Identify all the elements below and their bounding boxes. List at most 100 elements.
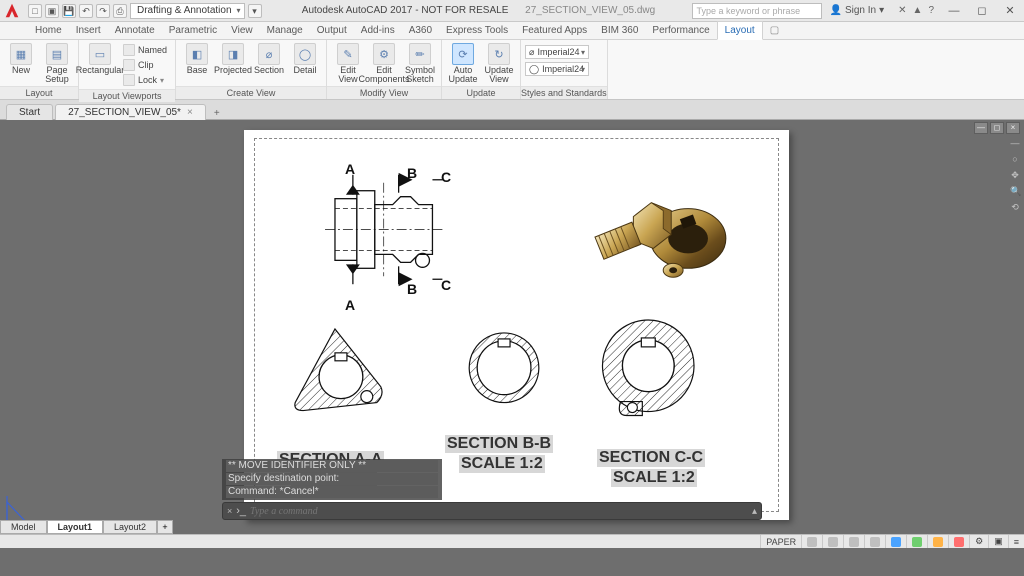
nav-zoom-icon[interactable]: 🔍	[1010, 186, 1020, 196]
section-aa-view	[295, 329, 382, 411]
nav-orbit-icon[interactable]: ⟲	[1010, 202, 1020, 212]
update-view-button[interactable]: ↻Update View	[482, 42, 516, 84]
tab-express[interactable]: Express Tools	[439, 22, 515, 39]
viewport-minimize-icon[interactable]: —	[974, 122, 988, 134]
panel-viewports: ▭Rectangular Named Clip Lock▾ Layout Vie…	[79, 40, 176, 99]
cmd-hist-2: Specify destination point:	[226, 473, 438, 485]
tab-featured[interactable]: Featured Apps	[515, 22, 594, 39]
command-history: ** MOVE IDENTIFIER ONLY ** Specify desti…	[222, 459, 442, 500]
command-input[interactable]	[250, 506, 752, 517]
page-setup-button[interactable]: ▤Page Setup	[40, 42, 74, 84]
window-title: Autodesk AutoCAD 2017 - NOT FOR RESALE 2…	[266, 5, 692, 16]
app-title-text: Autodesk AutoCAD 2017 - NOT FOR RESALE	[302, 5, 509, 16]
tab-view[interactable]: View	[224, 22, 260, 39]
command-line[interactable]: × ›_ ▴	[222, 502, 762, 520]
new-layout-button[interactable]: ▦New	[4, 42, 38, 75]
help-search-input[interactable]: Type a keyword or phrase	[692, 3, 822, 19]
qat-redo-icon[interactable]: ↷	[96, 4, 110, 18]
command-menu-icon[interactable]: ▴	[752, 506, 757, 517]
tab-addins[interactable]: Add-ins	[354, 22, 402, 39]
close-button[interactable]: ✕	[996, 0, 1024, 22]
file-tab-close-icon[interactable]: ×	[187, 107, 193, 118]
command-close-icon[interactable]: ×	[227, 506, 232, 516]
status-anno-icon[interactable]	[927, 535, 948, 548]
tab-focus-icon[interactable]: ▢	[763, 22, 777, 39]
projected-button[interactable]: ◨Projected	[216, 42, 250, 75]
nav-pan-icon[interactable]: ✥	[1010, 170, 1020, 180]
app-logo[interactable]	[0, 0, 24, 22]
qat-open-icon[interactable]: ▣	[45, 4, 59, 18]
viewport-close-icon[interactable]: ×	[1006, 122, 1020, 134]
tab-manage[interactable]: Manage	[260, 22, 310, 39]
symbol-sketch-button[interactable]: ✏Symbol Sketch	[403, 42, 437, 84]
status-space[interactable]: PAPER	[760, 535, 801, 548]
status-workspace-icon[interactable]: ⚙	[969, 535, 988, 548]
minimize-button[interactable]: —	[940, 0, 968, 22]
tab-insert[interactable]: Insert	[69, 22, 108, 39]
section-style-dropdown[interactable]: ⌀Imperial24	[525, 45, 589, 59]
file-tab-start[interactable]: Start	[6, 104, 53, 120]
auto-update-button[interactable]: ⟳Auto Update	[446, 42, 480, 84]
detail-button[interactable]: ◯Detail	[288, 42, 322, 75]
tab-performance[interactable]: Performance	[645, 22, 716, 39]
label-a-bot: A	[345, 297, 355, 313]
status-scale-icon[interactable]	[948, 535, 969, 548]
document-name: 27_SECTION_VIEW_05.dwg	[525, 5, 655, 16]
qat-new-icon[interactable]: □	[28, 4, 42, 18]
tab-add-layout[interactable]: +	[157, 520, 173, 534]
clip-icon	[123, 59, 135, 71]
page-setup-icon: ▤	[46, 43, 68, 65]
a360-icon[interactable]: ▲	[913, 5, 923, 16]
detail-style-dropdown[interactable]: ◯Imperial24	[525, 62, 589, 76]
status-osnap-icon[interactable]	[885, 535, 906, 548]
nav-home-icon[interactable]: —	[1010, 138, 1020, 148]
tab-parametric[interactable]: Parametric	[162, 22, 224, 39]
tab-annotate[interactable]: Annotate	[108, 22, 162, 39]
file-tab-add-button[interactable]: +	[208, 108, 226, 119]
title-bar: □ ▣ 💾 ↶ ↷ ⎙ Drafting & Annotation ▾ Auto…	[0, 0, 1024, 22]
tab-model[interactable]: Model	[0, 520, 47, 534]
tab-layout[interactable]: Layout	[717, 21, 763, 40]
exchange-icon[interactable]: ✕	[898, 5, 906, 16]
edit-components-button[interactable]: ⚙Edit Components	[367, 42, 401, 84]
qat-more-icon[interactable]: ▾	[248, 4, 262, 18]
status-ortho-icon[interactable]	[843, 535, 864, 548]
status-bar: PAPER ⚙ ▣ ≡	[0, 534, 1024, 548]
status-lwt-icon[interactable]	[906, 535, 927, 548]
signin-button[interactable]: 👤 Sign In ▾	[822, 5, 893, 16]
base-button[interactable]: ◧Base	[180, 42, 214, 75]
maximize-button[interactable]: ◻	[968, 0, 996, 22]
command-chevron-icon: ›_	[236, 505, 246, 517]
base-view	[325, 173, 442, 286]
tab-layout2[interactable]: Layout2	[103, 520, 157, 534]
rectangular-button[interactable]: ▭Rectangular	[83, 42, 117, 75]
lock-button[interactable]: Lock▾	[119, 73, 171, 87]
workspace-dropdown[interactable]: Drafting & Annotation	[130, 3, 245, 19]
signin-label: Sign In	[845, 5, 876, 16]
tab-layout1[interactable]: Layout1	[47, 520, 104, 534]
status-clean-icon[interactable]: ▣	[988, 535, 1008, 548]
status-menu-icon[interactable]: ≡	[1008, 535, 1024, 548]
qat-undo-icon[interactable]: ↶	[79, 4, 93, 18]
file-tab-doc[interactable]: 27_SECTION_VIEW_05*×	[55, 104, 206, 120]
tab-bim360[interactable]: BIM 360	[594, 22, 645, 39]
projected-icon: ◨	[222, 43, 244, 65]
clip-button[interactable]: Clip	[119, 58, 171, 72]
qat-save-icon[interactable]: 💾	[62, 4, 76, 18]
named-button[interactable]: Named	[119, 43, 171, 57]
status-grid-icon[interactable]	[801, 535, 822, 548]
status-polar-icon[interactable]	[864, 535, 885, 548]
qat-print-icon[interactable]: ⎙	[113, 4, 127, 18]
tab-home[interactable]: Home	[28, 22, 69, 39]
section-button[interactable]: ⌀Section	[252, 42, 286, 75]
base-icon: ◧	[186, 43, 208, 65]
viewport-window-controls: — ◻ ×	[974, 122, 1020, 134]
nav-wheel-icon[interactable]: ○	[1010, 154, 1020, 164]
chevron-down-icon: ▾	[879, 5, 884, 16]
drawing-area[interactable]: — ◻ × — ○ ✥ 🔍 ⟲	[0, 120, 1024, 548]
help-icon[interactable]: ?	[928, 5, 934, 16]
viewport-restore-icon[interactable]: ◻	[990, 122, 1004, 134]
tab-output[interactable]: Output	[310, 22, 354, 39]
tab-a360[interactable]: A360	[402, 22, 439, 39]
status-snap-icon[interactable]	[822, 535, 843, 548]
